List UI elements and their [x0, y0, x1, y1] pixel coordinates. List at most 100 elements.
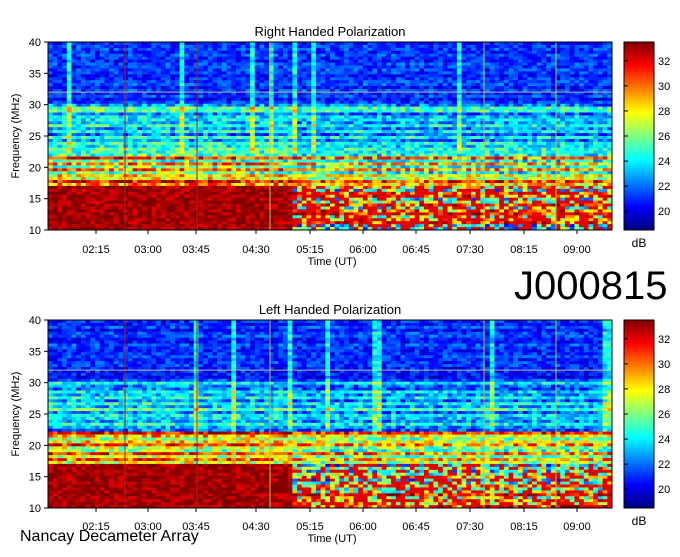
heatmap-cell — [142, 133, 148, 137]
heatmap-cell — [48, 121, 54, 125]
heatmap-cell — [334, 121, 340, 125]
heatmap-cell — [311, 83, 317, 87]
heatmap-cell — [217, 212, 223, 216]
heatmap-cell — [137, 200, 143, 204]
heatmap-cell — [372, 109, 378, 113]
heatmap-cell — [71, 212, 77, 216]
heatmap-cell — [362, 147, 368, 152]
heatmap-cell — [52, 74, 58, 78]
heatmap-cell — [315, 130, 321, 134]
heatmap-cell — [334, 144, 340, 149]
heatmap-cell — [174, 165, 180, 169]
heatmap-cell — [198, 159, 204, 163]
heatmap-cell — [315, 47, 321, 52]
heatmap-cell — [109, 159, 115, 163]
heatmap-cell — [367, 44, 373, 49]
heatmap-cell — [344, 153, 350, 157]
heatmap-cell — [236, 115, 242, 119]
heatmap-cell — [259, 86, 265, 90]
heatmap-cell — [174, 156, 180, 160]
heatmap-cell — [377, 103, 383, 108]
heatmap-cell — [62, 141, 68, 146]
heatmap-cell — [259, 183, 265, 187]
heatmap-cell — [212, 53, 218, 58]
heatmap-cell — [193, 197, 199, 202]
heatmap-cell — [217, 174, 223, 178]
heatmap-cell — [334, 83, 340, 87]
heatmap-cell — [165, 65, 171, 69]
heatmap-cell — [52, 50, 58, 55]
heatmap-cell — [245, 74, 251, 78]
heatmap-cell — [95, 185, 101, 190]
heatmap-cell — [127, 127, 133, 131]
heatmap-cell — [334, 209, 340, 213]
heatmap-cell — [203, 97, 209, 102]
heatmap-cell — [221, 224, 227, 228]
heatmap-cell — [278, 50, 284, 55]
heatmap-cell — [198, 197, 204, 202]
heatmap-cell — [344, 50, 350, 55]
heatmap-cell — [193, 74, 199, 78]
heatmap-cell — [226, 165, 232, 169]
heatmap-cell — [156, 53, 162, 58]
heatmap-cell — [221, 215, 227, 219]
heatmap-cell — [301, 194, 307, 199]
heatmap-cell — [250, 185, 256, 190]
heatmap-cell — [311, 109, 317, 113]
heatmap-cell — [221, 68, 227, 72]
heatmap-cell — [95, 150, 101, 155]
heatmap-cell — [207, 177, 213, 181]
heatmap-cell — [236, 141, 242, 146]
heatmap-cell — [377, 138, 383, 143]
heatmap-cell — [137, 150, 143, 155]
heatmap-cell — [99, 94, 105, 99]
heatmap-cell — [221, 127, 227, 131]
heatmap-cell — [330, 165, 336, 169]
heatmap-cell — [353, 144, 359, 149]
heatmap-cell — [109, 136, 115, 140]
heatmap-cell — [142, 185, 148, 190]
heatmap-cell — [193, 147, 199, 152]
heatmap-cell — [174, 53, 180, 58]
heatmap-cell — [66, 215, 72, 219]
heatmap-cell — [52, 209, 58, 213]
heatmap-cell — [165, 224, 171, 228]
heatmap-cell — [160, 212, 166, 216]
heatmap-cell — [113, 221, 119, 225]
heatmap-cell — [259, 136, 265, 140]
heatmap-cell — [377, 109, 383, 113]
heatmap-cell — [48, 136, 54, 140]
heatmap-cell — [301, 100, 307, 105]
heatmap-cell — [99, 153, 105, 157]
heatmap-cell — [372, 121, 378, 125]
heatmap-cell — [95, 141, 101, 146]
heatmap-cell — [156, 141, 162, 146]
heatmap-cell — [76, 224, 82, 228]
heatmap-cell — [151, 133, 157, 137]
heatmap-cell — [240, 150, 246, 155]
heatmap-cell — [207, 212, 213, 216]
heatmap-cell — [212, 212, 218, 216]
heatmap-cell — [226, 44, 232, 49]
heatmap-cell — [240, 174, 246, 178]
heatmap-cell — [236, 127, 242, 131]
heatmap-cell — [353, 200, 359, 204]
heatmap-cell — [264, 209, 270, 213]
heatmap-cell — [348, 150, 354, 155]
heatmap-cell — [104, 174, 110, 178]
heatmap-cell — [306, 200, 312, 204]
heatmap-cell — [48, 200, 54, 204]
heatmap-cell — [358, 124, 364, 128]
heatmap-cell — [311, 124, 317, 128]
heatmap-cell — [330, 141, 336, 146]
heatmap-cell — [409, 209, 415, 213]
heatmap-cell — [278, 162, 284, 166]
heatmap-cell — [264, 180, 270, 184]
heatmap-cell — [132, 127, 138, 131]
heatmap-cell — [339, 200, 345, 204]
heatmap-cell — [90, 177, 96, 181]
heatmap-cell — [306, 112, 312, 116]
heatmap-cell — [132, 97, 138, 102]
heatmap-cell — [301, 68, 307, 72]
heatmap-cell — [287, 133, 293, 137]
